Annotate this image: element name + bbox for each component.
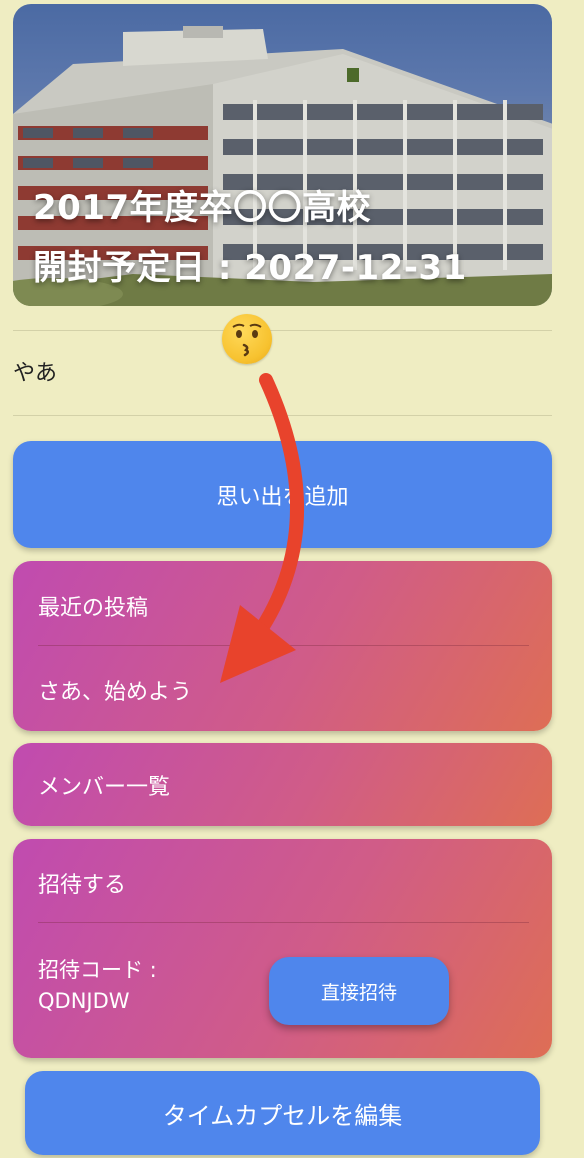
invite-code-value: QDNJDW bbox=[38, 989, 130, 1013]
divider bbox=[13, 415, 552, 416]
edit-capsule-button[interactable]: タイムカプセルを編集 bbox=[25, 1071, 540, 1155]
invite-card: 招待する 招待コード : QDNJDW bbox=[13, 839, 552, 1058]
recent-posts-title: 最近の投稿 bbox=[38, 596, 149, 621]
direct-invite-button[interactable]: 直接招待 bbox=[269, 957, 449, 1025]
page: 2017年度卒〇〇高校 開封予定日 : 2027-12-31 やあ 思い出を追加… bbox=[0, 0, 584, 1158]
greeting-text: やあ bbox=[13, 361, 58, 386]
card-divider bbox=[38, 922, 529, 923]
member-list-title: メンバー一覧 bbox=[38, 775, 171, 800]
capsule-title: 2017年度卒〇〇高校 bbox=[33, 188, 372, 228]
add-memory-button[interactable]: 思い出を追加 bbox=[13, 441, 552, 548]
capsule-cover-image: 2017年度卒〇〇高校 開封予定日 : 2027-12-31 bbox=[13, 4, 552, 306]
open-date: 開封予定日 : 2027-12-31 bbox=[33, 248, 467, 288]
invite-code-label: 招待コード : bbox=[38, 958, 157, 982]
member-list-card[interactable]: メンバー一覧 bbox=[13, 743, 552, 826]
kissing-face-icon bbox=[222, 314, 272, 364]
divider bbox=[13, 330, 552, 331]
card-divider bbox=[38, 645, 529, 646]
recent-posts-card[interactable]: 最近の投稿 さあ、始めよう bbox=[13, 561, 552, 731]
recent-posts-empty-text: さあ、始めよう bbox=[38, 680, 193, 705]
invite-title: 招待する bbox=[38, 873, 127, 898]
